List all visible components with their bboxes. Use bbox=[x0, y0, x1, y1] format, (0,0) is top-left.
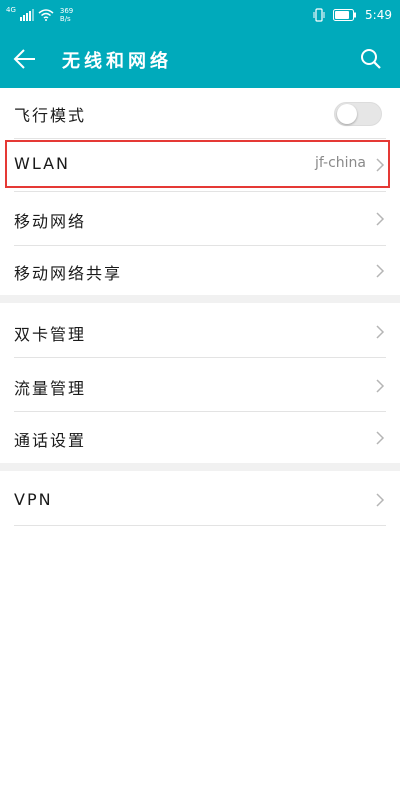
network-speed: 369 B/s bbox=[60, 7, 73, 23]
tethering-row[interactable]: 移动网络共享 bbox=[0, 246, 400, 295]
page-title: 无线和网络 bbox=[62, 51, 172, 72]
search-button[interactable] bbox=[354, 42, 388, 76]
mobile-network-label: 移动网络 bbox=[14, 212, 87, 231]
search-icon bbox=[361, 49, 381, 69]
network-speed-unit: B/s bbox=[59, 15, 71, 23]
section-separator bbox=[0, 295, 400, 303]
vpn-label: VPN bbox=[14, 490, 53, 509]
toggle-knob bbox=[337, 104, 357, 124]
chevron-right-icon bbox=[376, 379, 385, 393]
wlan-row[interactable]: WLAN jf-china bbox=[0, 139, 400, 191]
chevron-right-icon bbox=[376, 431, 385, 445]
vpn-row[interactable]: VPN bbox=[0, 471, 400, 525]
mobile-network-row[interactable]: 移动网络 bbox=[0, 192, 400, 245]
chevron-right-icon bbox=[376, 158, 385, 172]
status-indicators: 4G 369 B/s bbox=[6, 4, 73, 26]
battery-icon bbox=[333, 9, 357, 21]
airplane-mode-toggle[interactable] bbox=[334, 102, 382, 126]
back-button[interactable] bbox=[8, 42, 42, 76]
status-system: 5:49 bbox=[313, 4, 392, 26]
section-separator bbox=[0, 463, 400, 471]
call-settings-label: 通话设置 bbox=[14, 431, 87, 450]
chevron-right-icon bbox=[376, 493, 385, 507]
divider bbox=[14, 525, 386, 526]
dual-sim-label: 双卡管理 bbox=[14, 325, 87, 344]
chevron-right-icon bbox=[376, 212, 385, 226]
data-usage-label: 流量管理 bbox=[14, 379, 87, 398]
dual-sim-row[interactable]: 双卡管理 bbox=[0, 303, 400, 357]
network-type-label: 4G bbox=[6, 6, 16, 14]
airplane-mode-label: 飞行模式 bbox=[14, 106, 87, 125]
airplane-mode-row[interactable]: 飞行模式 bbox=[0, 88, 400, 138]
back-arrow-icon bbox=[13, 49, 35, 69]
network-speed-value: 369 bbox=[59, 7, 74, 15]
cell-signal-icon bbox=[19, 9, 34, 21]
chevron-right-icon bbox=[376, 264, 385, 278]
clock: 5:49 bbox=[365, 8, 392, 22]
wifi-icon bbox=[38, 9, 54, 21]
vibrate-icon bbox=[313, 8, 325, 22]
tethering-label: 移动网络共享 bbox=[14, 264, 123, 283]
chevron-right-icon bbox=[376, 325, 385, 339]
call-settings-row[interactable]: 通话设置 bbox=[0, 412, 400, 463]
app-bar: 无线和网络 bbox=[0, 30, 400, 88]
data-usage-row[interactable]: 流量管理 bbox=[0, 358, 400, 411]
wlan-label: WLAN bbox=[14, 154, 71, 173]
wlan-network-name: jf-china bbox=[314, 155, 366, 171]
status-bar: 4G 369 B/s 5:49 bbox=[0, 0, 400, 30]
